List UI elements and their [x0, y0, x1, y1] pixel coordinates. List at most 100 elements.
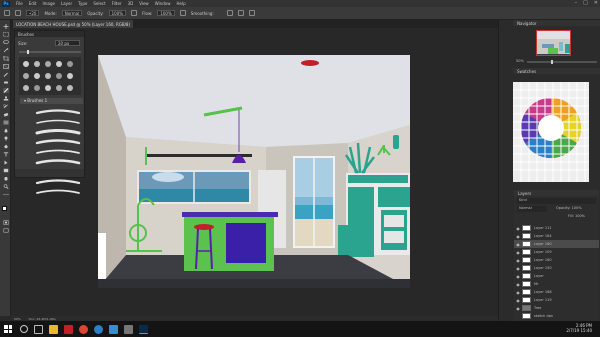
pressure-opacity-icon[interactable] — [131, 10, 138, 16]
settings-gear-icon[interactable] — [226, 10, 233, 16]
eraser-tool-icon[interactable] — [3, 112, 9, 117]
navigator-preview[interactable] — [536, 30, 571, 56]
pen-tool-icon[interactable] — [3, 144, 9, 149]
brush-size-input[interactable]: 20 px — [55, 40, 80, 46]
menu-select[interactable]: Select — [90, 1, 108, 6]
visibility-eye-icon[interactable]: ◉ — [514, 234, 522, 239]
visibility-eye-icon[interactable]: ◉ — [514, 226, 522, 231]
visibility-eye-icon[interactable]: ◉ — [514, 242, 522, 247]
layer-row[interactable]: ◉ Layer 111 — [514, 224, 599, 232]
visibility-eye-icon[interactable]: ◉ — [514, 250, 522, 255]
menu-filter[interactable]: Filter — [109, 1, 125, 6]
layer-row[interactable]: ◉ Layer 168 — [514, 288, 599, 296]
visibility-eye-icon[interactable]: ◉ — [514, 258, 522, 263]
layer-row[interactable]: ◉ Layer — [514, 272, 599, 280]
swatches-panel-header[interactable]: Swatches — [513, 68, 600, 74]
minimize-icon[interactable]: – — [575, 0, 578, 6]
windows-start-icon[interactable] — [4, 325, 12, 333]
menu-edit[interactable]: Edit — [26, 1, 40, 6]
close-icon[interactable]: ✕ — [594, 0, 598, 6]
settings-app-icon[interactable] — [124, 324, 133, 334]
navigator-zoom[interactable]: 50% — [516, 59, 524, 63]
blur-tool-icon[interactable] — [3, 128, 9, 133]
mode-select[interactable]: Normal — [61, 10, 83, 16]
rectangle-tool-icon[interactable] — [3, 168, 9, 173]
pressure-size-icon[interactable] — [237, 10, 244, 16]
flow-input[interactable]: 100% — [157, 10, 175, 16]
gradient-tool-icon[interactable] — [3, 120, 9, 125]
task-view-icon[interactable] — [34, 324, 43, 334]
brush-preset-grid[interactable] — [19, 57, 81, 95]
layer-row[interactable]: ◉ Layer 164 — [514, 232, 599, 240]
brush-size-slider[interactable] — [19, 50, 81, 54]
document-tab[interactable]: LOCATION BEACH HOUSE.psd @ 50% (Layer 16… — [13, 20, 133, 28]
status-zoom[interactable]: 50% — [14, 317, 21, 321]
layer-group-row[interactable]: ◉ Tree — [514, 304, 599, 312]
layer-row[interactable]: sketch dan — [514, 312, 599, 320]
layer-row[interactable]: ◉ Layer 150 — [514, 264, 599, 272]
visibility-eye-icon[interactable]: ◉ — [514, 282, 522, 287]
search-icon[interactable] — [20, 325, 28, 333]
navigator-zoom-slider[interactable] — [527, 60, 597, 64]
menu-view[interactable]: View — [136, 1, 152, 6]
layer-row[interactable]: ◉ Mr — [514, 280, 599, 288]
screen-mode-icon[interactable] — [3, 228, 9, 233]
dodge-tool-icon[interactable] — [3, 136, 9, 141]
crop-tool-icon[interactable] — [3, 56, 9, 61]
history-brush-tool-icon[interactable] — [3, 104, 9, 109]
maximize-icon[interactable]: □ — [583, 0, 588, 6]
quick-mask-icon[interactable] — [3, 220, 9, 225]
path-select-tool-icon[interactable] — [3, 160, 9, 165]
menu-image[interactable]: Image — [39, 1, 58, 6]
brush-folder[interactable]: ▾ Brushes 1 — [20, 98, 83, 104]
brushes-panel-header[interactable]: Brushes — [15, 31, 84, 37]
store-icon[interactable] — [109, 324, 118, 334]
quick-select-tool-icon[interactable] — [3, 48, 9, 53]
menu-file[interactable]: File — [13, 1, 26, 6]
layer-row[interactable]: ◉ Layer 160 — [514, 256, 599, 264]
visibility-eye-icon[interactable]: ◉ — [514, 306, 522, 311]
brush-tool-preset-icon[interactable] — [15, 10, 21, 16]
layer-row[interactable]: ◉ Layer 109 — [514, 248, 599, 256]
zoom-tool-icon[interactable] — [3, 184, 9, 189]
document-canvas[interactable] — [98, 55, 410, 288]
layers-panel-header[interactable]: Layers — [514, 190, 599, 196]
menu-help[interactable]: Help — [173, 1, 188, 6]
color-wheel-swatches[interactable] — [513, 82, 589, 182]
brush-stroke-previews[interactable] — [33, 107, 83, 197]
clone-stamp-tool-icon[interactable] — [3, 96, 9, 101]
layer-row-selected[interactable]: ◉ Layer 160 — [514, 240, 599, 248]
chrome-icon[interactable] — [79, 324, 88, 334]
menu-window[interactable]: Window — [152, 1, 174, 6]
healing-brush-tool-icon[interactable] — [3, 80, 9, 85]
type-tool-icon[interactable] — [3, 152, 9, 157]
edge-icon[interactable] — [94, 324, 103, 334]
frame-tool-icon[interactable] — [3, 64, 9, 69]
menu-layer[interactable]: Layer — [58, 1, 75, 6]
eyedropper-tool-icon[interactable] — [3, 72, 9, 77]
system-clock[interactable]: 2:46 PM 2/7/19 15:40 — [566, 323, 592, 333]
menu-3d[interactable]: 3D — [125, 1, 137, 6]
home-icon[interactable] — [4, 10, 10, 16]
symmetry-icon[interactable] — [248, 10, 255, 16]
opacity-input[interactable]: 100% — [108, 10, 127, 16]
file-explorer-icon[interactable] — [49, 324, 58, 334]
more-tools-icon[interactable] — [3, 192, 9, 197]
brush-tool-icon[interactable] — [3, 88, 9, 93]
visibility-eye-icon[interactable]: ◉ — [514, 266, 522, 271]
layer-row[interactable]: ◉ Layer 119 — [514, 296, 599, 304]
navigator-panel-header[interactable]: Navigator — [513, 20, 600, 26]
media-app-icon[interactable] — [64, 324, 73, 334]
layer-opacity-value[interactable]: 100% — [572, 206, 582, 210]
hand-tool-icon[interactable] — [3, 176, 9, 181]
menu-type[interactable]: Type — [75, 1, 90, 6]
foreground-color-swatch[interactable] — [2, 206, 7, 211]
layer-blend-mode-select[interactable]: Normal — [517, 206, 547, 212]
photoshop-taskbar-icon[interactable] — [139, 324, 148, 334]
visibility-eye-icon[interactable]: ◉ — [514, 298, 522, 303]
layer-fill-value[interactable]: 100% — [575, 214, 585, 218]
marquee-tool-icon[interactable] — [3, 32, 9, 37]
airbrush-icon[interactable] — [179, 10, 186, 16]
visibility-eye-icon[interactable]: ◉ — [514, 290, 522, 295]
layer-filter-row[interactable]: Kind — [517, 198, 596, 204]
